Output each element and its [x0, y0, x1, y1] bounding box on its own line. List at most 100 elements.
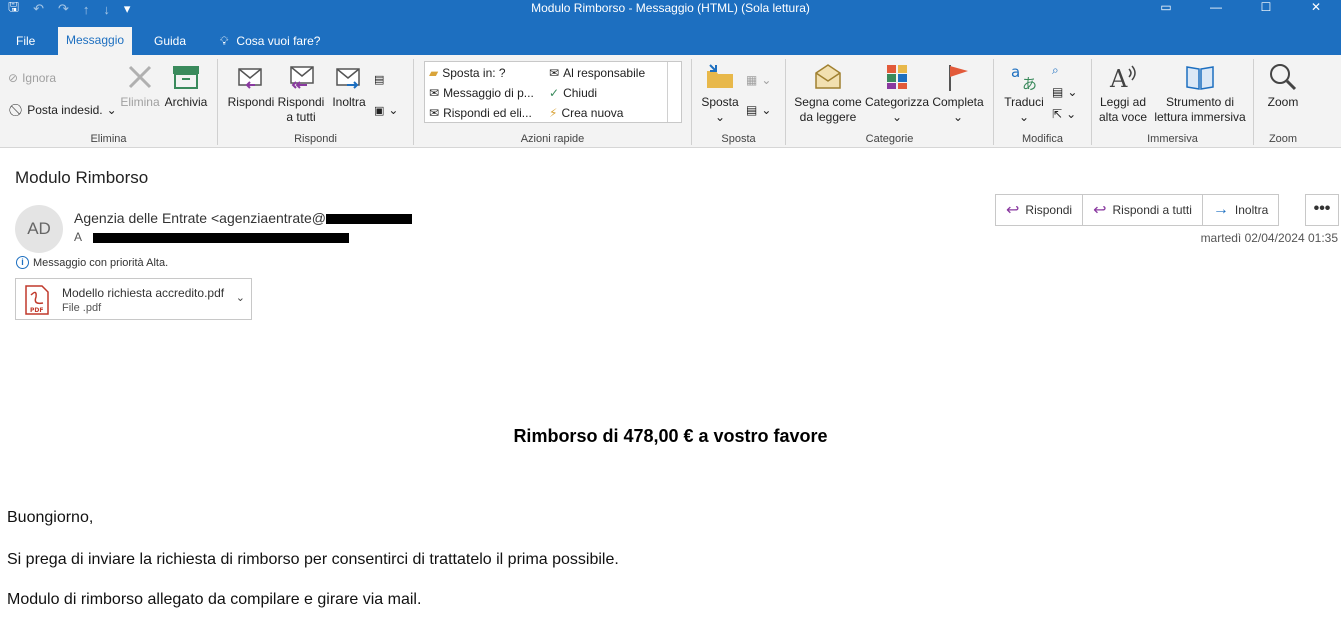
- folder-icon: ▰: [429, 66, 439, 80]
- avatar[interactable]: AD: [15, 205, 63, 253]
- zoom-button[interactable]: Zoom: [1262, 61, 1304, 110]
- body-greeting: Buongiorno,: [7, 509, 94, 526]
- more-reply-button[interactable]: ▣ ⌄: [374, 103, 398, 117]
- svg-text:a: a: [1011, 63, 1020, 81]
- tab-guida[interactable]: Guida: [146, 30, 194, 55]
- ignore-icon: ⊘: [8, 71, 19, 85]
- envelope-icon: [815, 64, 841, 89]
- tab-messaggio[interactable]: Messaggio: [58, 27, 133, 55]
- group-zoom: Zoom Zoom: [1254, 59, 1312, 145]
- read-aloud-icon: A: [1109, 65, 1136, 93]
- attachment-name: Modello richiesta accredito.pdf: [62, 286, 225, 300]
- translate-button[interactable]: aあ Traduci ⌄: [1000, 61, 1048, 125]
- sender[interactable]: Agenzia delle Entrate <agenziaentrate@: [74, 210, 412, 226]
- attachment-card[interactable]: PDF Modello richiesta accredito.pdf File…: [15, 278, 252, 320]
- reply-button[interactable]: Rispondi: [226, 61, 276, 110]
- group-categorie: Segna come da leggere Categorizza ⌄ Comp…: [786, 59, 994, 145]
- rules-icon: ▦: [746, 73, 758, 87]
- ribbon-display-icon[interactable]: ▭: [1141, 0, 1191, 14]
- tab-file[interactable]: File: [8, 30, 43, 55]
- body-headline: Rimborso di 478,00 € a vostro favore: [513, 426, 828, 446]
- pdf-badge: PDF: [30, 307, 43, 314]
- group-elimina: ⊘ Ignora 🚫︎ Posta indesid. ⌄ Elimina Arc…: [0, 59, 218, 145]
- document-icon: ▤: [1052, 85, 1064, 99]
- move-folder-icon: [707, 64, 733, 88]
- select-button[interactable]: ⇱ ⌄: [1052, 107, 1076, 121]
- immersive-reader-button[interactable]: Strumento di lettura immersiva: [1150, 61, 1250, 125]
- quick-steps-gallery: ▰ Sposta in: ? ✉ Messaggio di p... ✉ Ris…: [424, 61, 682, 123]
- more-actions-button[interactable]: •••: [1305, 194, 1339, 226]
- chevron-down-icon: ⌄: [1067, 85, 1078, 99]
- close-icon[interactable]: ✕: [1291, 0, 1341, 14]
- message-actions: ↩ Rispondi ↩ Rispondi a tutti → Inoltra: [995, 194, 1280, 226]
- chevron-down-icon: ⌄: [388, 103, 399, 117]
- zoom-icon: [1270, 64, 1297, 91]
- junk-button[interactable]: 🚫︎ Posta indesid. ⌄: [8, 103, 117, 117]
- group-azioni-rapide: ▰ Sposta in: ? ✉ Messaggio di p... ✉ Ris…: [414, 59, 692, 145]
- categorize-icon: [887, 65, 907, 89]
- checkmark-icon: ✓: [549, 86, 560, 100]
- flag-icon: [949, 65, 968, 91]
- forward-button[interactable]: Inoltra: [328, 61, 370, 110]
- forward-mail-icon: ✉: [549, 66, 560, 80]
- forward-icon: [336, 68, 360, 89]
- search-icon: ⌕: [1052, 63, 1059, 77]
- gallery-scrollbar[interactable]: [667, 62, 681, 122]
- group-sposta: Sposta ⌄ ▦ ⌄ ▤ ⌄ Sposta: [692, 59, 786, 145]
- tell-me-box[interactable]: 💡︎ Cosa vuoi fare?: [212, 30, 328, 55]
- group-modifica: aあ Traduci ⌄ ⌕ ▤ ⌄ ⇱ ⌄ Modifica: [994, 59, 1092, 145]
- recipient-line: A: [74, 230, 349, 244]
- quick-step-messaggio[interactable]: ✉ Messaggio di p...: [429, 86, 534, 100]
- reply-action-button[interactable]: ↩ Rispondi: [996, 195, 1084, 225]
- forward-action-button[interactable]: → Inoltra: [1203, 195, 1278, 225]
- chevron-down-icon: ⌄: [761, 103, 772, 117]
- find-button[interactable]: ⌕: [1052, 63, 1059, 78]
- group-rispondi: Rispondi Rispondi a tutti Inoltra ▤ ▣ ⌄ …: [218, 59, 414, 145]
- chevron-down-icon: ⌄: [714, 110, 726, 124]
- quick-step-crea[interactable]: ⚡︎ Crea nuova: [549, 106, 623, 120]
- reply-delete-icon: ✉: [429, 106, 440, 120]
- quick-step-responsabile[interactable]: ✉ Al responsabile: [549, 66, 645, 80]
- delete-button[interactable]: Elimina: [118, 61, 162, 110]
- message-datetime: martedì 02/04/2024 01:35: [1200, 231, 1338, 245]
- pdf-icon: PDF: [25, 285, 49, 315]
- svg-text:あ: あ: [1022, 75, 1037, 93]
- title-bar: 🖫 ↶ ↷ ↑ ↓ ▾ Modulo Rimborso - Messaggio …: [0, 0, 1341, 18]
- redaction-bar: [326, 214, 412, 225]
- move-button[interactable]: Sposta ⌄: [698, 61, 742, 125]
- window-controls: ▭ — ☐ ✕: [1141, 0, 1341, 14]
- actions-button[interactable]: ▤ ⌄: [746, 103, 771, 117]
- window-title: Modulo Rimborso - Messaggio (HTML) (Sola…: [531, 1, 810, 15]
- rules-button[interactable]: ▦ ⌄: [746, 73, 771, 87]
- delete-icon: [128, 65, 152, 89]
- mark-unread-button[interactable]: Segna come da leggere: [792, 61, 864, 125]
- ribbon-tabs: File Messaggio Guida 💡︎ Cosa vuoi fare?: [0, 18, 1341, 55]
- quick-step-rispondi-elimina[interactable]: ✉ Rispondi ed eli...: [429, 106, 532, 120]
- chevron-down-icon: ⌄: [891, 110, 903, 124]
- related-button[interactable]: ▤ ⌄: [1052, 85, 1077, 99]
- quick-step-chiudi[interactable]: ✓ Chiudi: [549, 86, 597, 100]
- ignore-button[interactable]: ⊘ Ignora: [8, 71, 56, 85]
- maximize-icon[interactable]: ☐: [1241, 0, 1291, 14]
- reply-all-action-button[interactable]: ↩ Rispondi a tutti: [1083, 195, 1203, 225]
- chevron-down-icon: ⌄: [761, 73, 772, 87]
- categorize-button[interactable]: Categorizza ⌄: [864, 61, 930, 125]
- chevron-down-icon[interactable]: ⌄: [236, 291, 245, 304]
- reply-all-button[interactable]: Rispondi a tutti: [276, 61, 326, 125]
- reply-all-icon: [290, 66, 314, 89]
- minimize-icon[interactable]: —: [1191, 0, 1241, 14]
- chevron-down-icon: ⌄: [1066, 107, 1077, 121]
- actions-icon: ▤: [746, 103, 758, 117]
- quick-step-sposta-in[interactable]: ▰ Sposta in: ?: [429, 66, 506, 80]
- ribbon: ⊘ Ignora 🚫︎ Posta indesid. ⌄ Elimina Arc…: [0, 55, 1341, 148]
- priority-notice: i Messaggio con priorità Alta.: [16, 256, 168, 269]
- body-paragraph-2: Modulo di rimborso allegato da compilare…: [7, 591, 422, 608]
- meeting-reply-button[interactable]: ▤: [374, 73, 384, 86]
- group-immersiva: A Leggi ad alta voce Strumento di lettur…: [1092, 59, 1254, 145]
- reply-icon: [238, 68, 262, 89]
- follow-up-button[interactable]: Completa ⌄: [930, 61, 986, 125]
- immersive-reader-icon: [1186, 66, 1214, 90]
- read-aloud-button[interactable]: A Leggi ad alta voce: [1098, 61, 1148, 125]
- archive-button[interactable]: Archivia: [164, 61, 208, 110]
- chevron-down-icon: ⌄: [106, 103, 117, 117]
